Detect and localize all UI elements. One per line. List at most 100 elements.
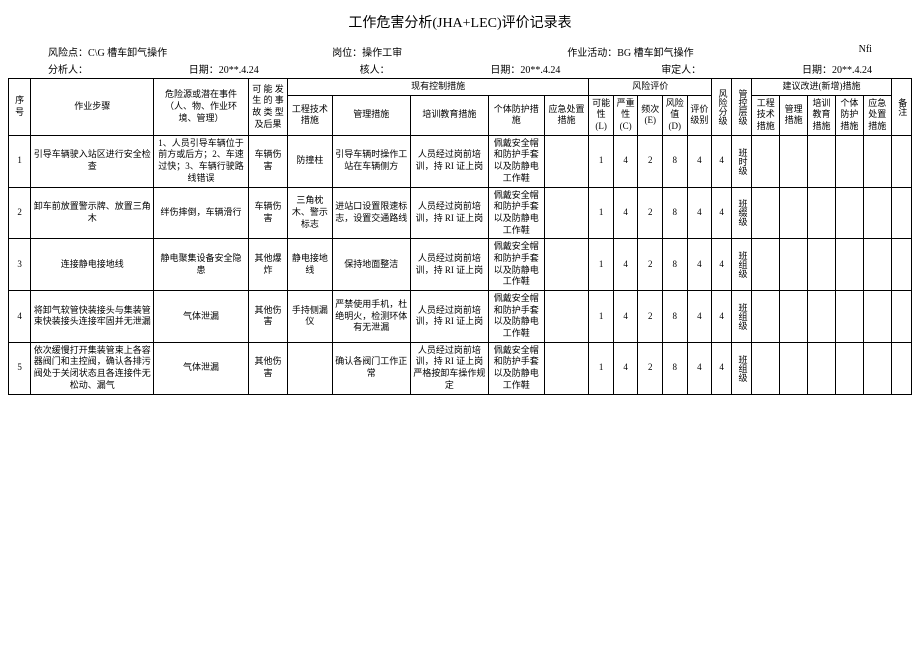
cell-e: 2: [638, 187, 663, 239]
cell-mgt: 严禁使用手机，杜绝明火，检测环体有无泄漏: [332, 291, 410, 343]
cell-suggest: [891, 239, 911, 291]
cell-suggest: [863, 291, 891, 343]
risk-point: 风险点：C\G 槽车卸气操作: [48, 44, 167, 59]
hdr-remark: 备注: [891, 79, 911, 136]
cell-trn: 人员经过岗前培训，持 RI 证上岗: [410, 187, 488, 239]
hdr-sa: 应急处置措施: [863, 95, 891, 135]
cell-step: 卸车前放置警示牌、放置三角木: [31, 187, 154, 239]
hdr-risk: 风险评价: [589, 79, 712, 96]
date-3: 日期：20**.4.24: [802, 61, 872, 76]
cell-suggest: [891, 135, 911, 187]
cell-emg: [544, 291, 589, 343]
cell-mgt: 引导车辆时操作工站在车辆侧方: [332, 135, 410, 187]
table-head: 序号 作业步骤 危险源或潜在事件（人、物、作业环境、管理） 可 能 发生 的 事…: [9, 79, 912, 136]
cell-suggest: [808, 239, 836, 291]
cell-e: 2: [638, 342, 663, 394]
cell-emg: [544, 342, 589, 394]
cell-d: 8: [663, 135, 688, 187]
table-row: 1引导车辆驶入站区进行安全检查1、人员引导车辆位于前方或后方；2、车速过快；3、…: [9, 135, 912, 187]
cell-cl: 班组级: [732, 342, 752, 394]
analyst: 分析人：: [48, 61, 88, 76]
cell-suggest: [891, 187, 911, 239]
cell-suggest: [808, 342, 836, 394]
cell-rl: 4: [712, 291, 732, 343]
page-title: 工作危害分析(JHA+LEC)评价记录表: [8, 12, 912, 32]
approver: 审定人：: [661, 61, 701, 76]
cell-step: 连接静电接地线: [31, 239, 154, 291]
table-row: 4将卸气软管快装接头与集装管束快装接头连接牢固并无泄漏气体泄漏其他伤害手持侧漏仪…: [9, 291, 912, 343]
cell-lv: 4: [687, 239, 712, 291]
cell-suggest: [808, 187, 836, 239]
cell-e: 2: [638, 135, 663, 187]
cell-suggest: [808, 135, 836, 187]
hdr-lv: 评价级别: [687, 95, 712, 135]
hdr-e: 频次(E): [638, 95, 663, 135]
cell-hazard: 绊伤摔倒，车辆滑行: [154, 187, 249, 239]
date-2: 日期：20**.4.24: [490, 61, 560, 76]
cell-trn: 人员经过岗前培训，持 RI 证上岗: [410, 239, 488, 291]
cell-accident: 车辆伤害: [248, 187, 287, 239]
hdr-sp: 个体防护措施: [835, 95, 863, 135]
cell-accident: 其他爆炸: [248, 239, 287, 291]
cell-suggest: [891, 342, 911, 394]
hdr-hazard: 危险源或潜在事件（人、物、作业环境、管理）: [154, 79, 249, 136]
cell-d: 8: [663, 291, 688, 343]
hdr-seq: 序号: [9, 79, 31, 136]
cell-emg: [544, 135, 589, 187]
cell-eng: 三角枕木、警示标志: [288, 187, 333, 239]
cell-rl: 4: [712, 239, 732, 291]
cell-lv: 4: [687, 291, 712, 343]
cell-mgt: 保持地面整洁: [332, 239, 410, 291]
cell-rl: 4: [712, 135, 732, 187]
cell-eng: 静电接地线: [288, 239, 333, 291]
cell-c: 4: [613, 239, 638, 291]
cell-cl: 班组级: [732, 239, 752, 291]
cell-e: 2: [638, 291, 663, 343]
cell-suggest: [835, 239, 863, 291]
cell-hazard: 静电聚集设备安全隐患: [154, 239, 249, 291]
code: Nfi: [859, 44, 872, 59]
hdr-accident: 可 能 发生 的 事故 类 型及后果: [248, 79, 287, 136]
hdr-l: 可能性(L): [589, 95, 614, 135]
hdr-suggest: 建议改进(新增)措施: [752, 79, 892, 96]
cell-suggest: [835, 135, 863, 187]
cell-suggest: [863, 239, 891, 291]
hdr-c: 严重性(C): [613, 95, 638, 135]
cell-seq: 1: [9, 135, 31, 187]
activity: 作业活动：BG 槽车卸气操作: [567, 44, 693, 59]
hdr-se: 工程技术措施: [752, 95, 780, 135]
cell-seq: 2: [9, 187, 31, 239]
hdr-sm: 管理措施: [780, 95, 808, 135]
hdr-risk-level: 风险分级: [712, 79, 732, 136]
cell-mgt: 确认各阀门工作正常: [332, 342, 410, 394]
cell-accident: 其他伤害: [248, 342, 287, 394]
cell-eng: 防撞柱: [288, 135, 333, 187]
position: 岗位：操作工审: [332, 44, 402, 59]
cell-suggest: [780, 239, 808, 291]
cell-c: 4: [613, 135, 638, 187]
cell-l: 1: [589, 239, 614, 291]
cell-seq: 3: [9, 239, 31, 291]
cell-lv: 4: [687, 187, 712, 239]
cell-d: 8: [663, 187, 688, 239]
cell-ppe: 佩戴安全帽和防护手套以及防静电工作鞋: [488, 239, 544, 291]
reviewer: 核人：: [360, 61, 390, 76]
cell-hazard: 气体泄漏: [154, 291, 249, 343]
cell-accident: 其他伤害: [248, 291, 287, 343]
jha-table: 序号 作业步骤 危险源或潜在事件（人、物、作业环境、管理） 可 能 发生 的 事…: [8, 78, 912, 395]
cell-suggest: [863, 135, 891, 187]
cell-step: 依次缓慢打开集装管束上各容器阀门和主控阀，确认各排污阀处于关闭状态且各连接件无松…: [31, 342, 154, 394]
cell-suggest: [752, 291, 780, 343]
hdr-st: 培训教育措施: [808, 95, 836, 135]
table-row: 3连接静电接地线静电聚集设备安全隐患其他爆炸静电接地线保持地面整洁人员经过岗前培…: [9, 239, 912, 291]
cell-c: 4: [613, 342, 638, 394]
cell-cl: 班缀级: [732, 187, 752, 239]
cell-ppe: 佩戴安全帽和防护手套以及防静电工作鞋: [488, 187, 544, 239]
cell-suggest: [808, 291, 836, 343]
hdr-eng: 工程技术措施: [288, 95, 333, 135]
hdr-trn: 培训教育措施: [410, 95, 488, 135]
cell-l: 1: [589, 342, 614, 394]
hdr-d: 风险值(D): [663, 95, 688, 135]
cell-seq: 5: [9, 342, 31, 394]
cell-cl: 班时级: [732, 135, 752, 187]
